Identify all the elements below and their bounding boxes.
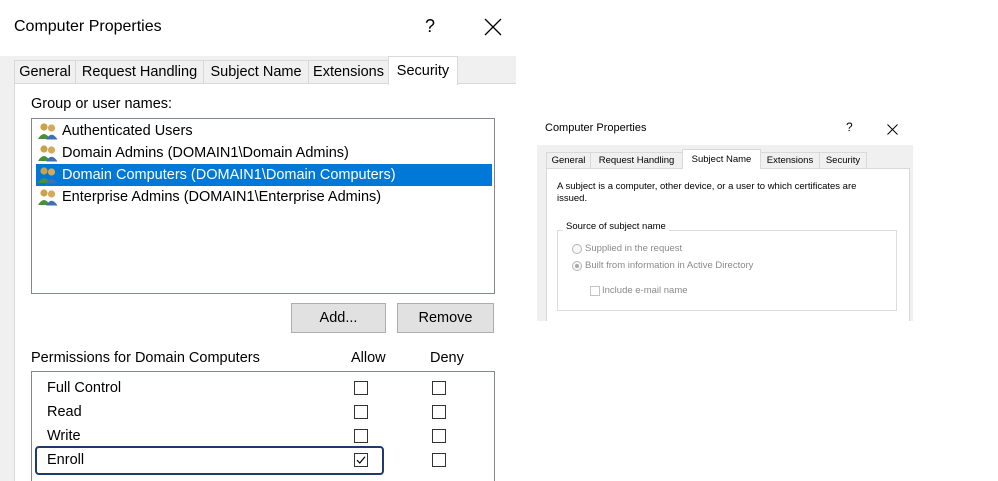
title-bar: Computer Properties ? — [537, 113, 913, 145]
deny-column-header: Deny — [430, 350, 464, 366]
permission-row: Full Control — [32, 376, 494, 400]
user-list[interactable]: Authenticated Users Domain Admins (DOMAI… — [31, 118, 495, 294]
user-name: Enterprise Admins (DOMAIN1\Enterprise Ad… — [62, 189, 382, 205]
allow-checkbox[interactable] — [354, 429, 368, 443]
tab-security[interactable]: Security — [388, 56, 458, 85]
deny-checkbox[interactable] — [432, 453, 446, 467]
help-button[interactable]: ? — [846, 120, 853, 134]
built-from-ad-radio-label: Built from information in Active Directo… — [585, 260, 754, 271]
add-button[interactable]: Add... — [291, 303, 386, 333]
tab-subject-name[interactable]: Subject Name — [682, 149, 761, 169]
tab-extensions[interactable]: Extensions — [760, 152, 820, 169]
include-email-checkbox[interactable] — [590, 286, 600, 296]
permissions-label: Permissions for Domain Computers — [31, 350, 260, 366]
permission-row: Read — [32, 400, 494, 424]
allow-checkbox[interactable] — [354, 381, 368, 395]
tab-general[interactable]: General — [14, 60, 76, 84]
source-group-label: Source of subject name — [563, 221, 669, 232]
tab-general[interactable]: General — [546, 152, 591, 169]
subject-name-dialog: Computer Properties ? General Request Ha… — [537, 113, 913, 321]
include-email-label: Include e-mail name — [602, 285, 688, 296]
title-bar: Computer Properties ? — [0, 0, 516, 56]
built-from-ad-radio[interactable] — [572, 261, 582, 271]
permission-name: Read — [47, 404, 82, 420]
supplied-radio[interactable] — [572, 244, 582, 254]
permission-row: Write — [32, 424, 494, 448]
tab-request-handling[interactable]: Request Handling — [590, 152, 683, 169]
user-name: Domain Computers (DOMAIN1\Domain Compute… — [62, 167, 396, 183]
list-item[interactable]: Enterprise Admins (DOMAIN1\Enterprise Ad… — [36, 186, 492, 208]
close-icon[interactable] — [887, 122, 898, 135]
dialog-title: Computer Properties — [14, 18, 162, 35]
tab-extensions[interactable]: Extensions — [308, 60, 389, 84]
enroll-highlight — [35, 446, 384, 475]
user-name: Domain Admins (DOMAIN1\Domain Admins) — [62, 145, 349, 161]
close-icon[interactable] — [484, 18, 502, 36]
tab-subject-name[interactable]: Subject Name — [203, 60, 309, 84]
dialog-title: Computer Properties — [545, 122, 647, 134]
tab-request-handling[interactable]: Request Handling — [75, 60, 204, 84]
deny-checkbox[interactable] — [432, 381, 446, 395]
deny-checkbox[interactable] — [432, 429, 446, 443]
security-dialog: Computer Properties ? General Request Ha… — [0, 0, 516, 481]
users-icon — [38, 188, 58, 206]
list-item[interactable]: Domain Admins (DOMAIN1\Domain Admins) — [36, 142, 492, 164]
allow-checkbox[interactable] — [354, 405, 368, 419]
users-icon — [38, 144, 58, 162]
permission-name: Write — [47, 428, 81, 444]
subject-description: A subject is a computer, other device, o… — [557, 181, 857, 204]
tab-security[interactable]: Security — [819, 152, 867, 169]
remove-button[interactable]: Remove — [397, 303, 494, 333]
list-item[interactable]: Authenticated Users — [36, 120, 492, 142]
group-names-label: Group or user names: — [31, 96, 173, 112]
help-button[interactable]: ? — [425, 16, 435, 37]
allow-column-header: Allow — [351, 350, 386, 366]
permission-name: Full Control — [47, 380, 122, 396]
list-item-selected[interactable]: Domain Computers (DOMAIN1\Domain Compute… — [36, 164, 492, 186]
supplied-radio-label: Supplied in the request — [585, 243, 683, 254]
users-icon — [38, 166, 58, 184]
deny-checkbox[interactable] — [432, 405, 446, 419]
users-icon — [38, 122, 58, 140]
user-name: Authenticated Users — [62, 123, 193, 139]
